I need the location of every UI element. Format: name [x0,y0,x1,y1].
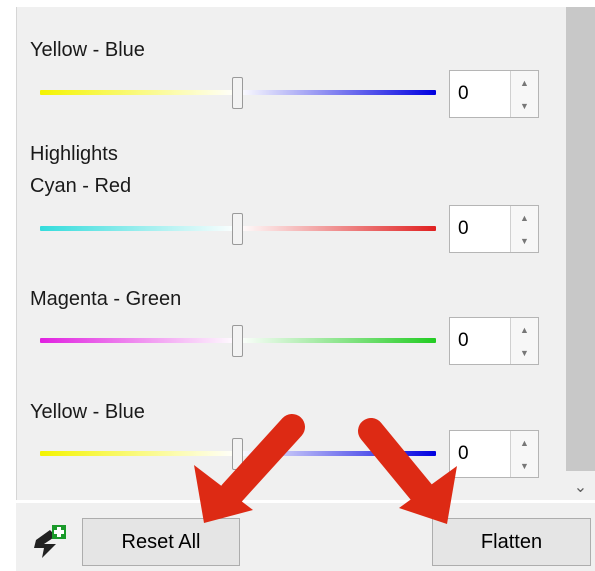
annotation-arrows [194,414,457,524]
arrow-to-flatten-icon [358,418,457,524]
arrow-to-reset-icon [194,414,305,523]
